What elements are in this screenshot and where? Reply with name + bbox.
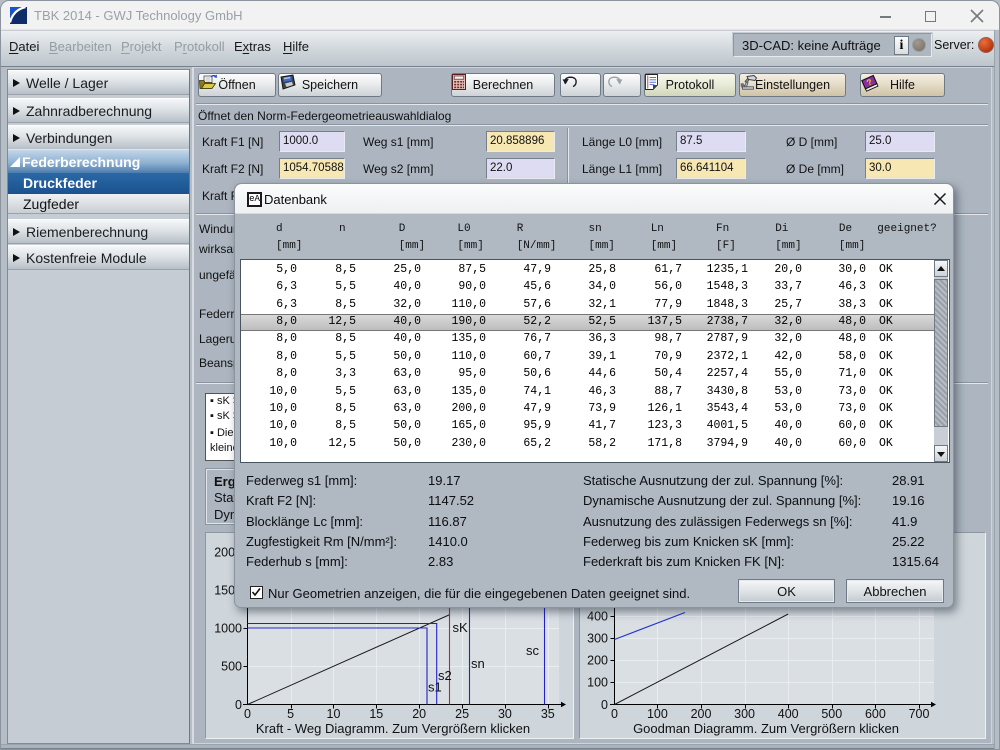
svg-text:15: 15	[369, 707, 383, 721]
svg-text:600: 600	[865, 707, 886, 721]
svg-text:300: 300	[587, 632, 608, 646]
svg-text:Kraft - Weg Diagramm. Zum Verg: Kraft - Weg Diagramm. Zum Vergrößern kli…	[256, 721, 530, 736]
svg-text:200: 200	[691, 707, 712, 721]
svg-text:10: 10	[327, 707, 341, 721]
svg-text:500: 500	[821, 707, 842, 721]
svg-text:sn: sn	[471, 656, 485, 671]
svg-text:sK: sK	[453, 620, 469, 635]
svg-text:sc: sc	[526, 643, 540, 658]
svg-text:20: 20	[412, 707, 426, 721]
svg-text:400: 400	[778, 707, 799, 721]
svg-text:400: 400	[587, 610, 608, 624]
svg-text:0: 0	[611, 707, 618, 721]
svg-text:30: 30	[498, 707, 512, 721]
svg-text:100: 100	[647, 707, 668, 721]
svg-text:0: 0	[235, 698, 242, 712]
svg-text:300: 300	[734, 707, 755, 721]
svg-text:1000: 1000	[214, 622, 242, 636]
svg-text:100: 100	[587, 675, 608, 689]
svg-text:200: 200	[587, 653, 608, 667]
svg-text:0: 0	[601, 698, 608, 712]
svg-text:25: 25	[455, 707, 469, 721]
svg-text:Goodman Diagramm. Zum Vergröße: Goodman Diagramm. Zum Vergrößern klicken	[633, 721, 899, 736]
svg-text:500: 500	[221, 660, 242, 674]
svg-text:5: 5	[287, 707, 294, 721]
svg-text:0: 0	[244, 707, 251, 721]
svg-text:s1: s1	[428, 680, 442, 695]
svg-text:700: 700	[909, 707, 930, 721]
svg-text:35: 35	[541, 707, 555, 721]
